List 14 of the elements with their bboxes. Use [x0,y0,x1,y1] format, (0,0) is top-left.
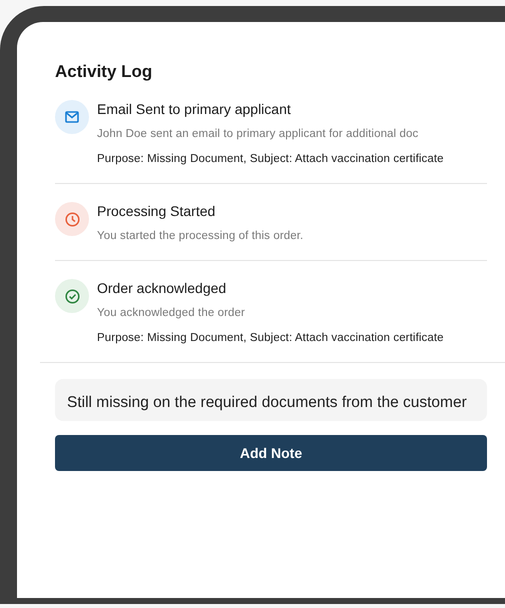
activity-title: Processing Started [97,202,216,220]
add-note-button[interactable]: Add Note [55,435,487,471]
note-field[interactable]: Still missing on the required documents from the customer [55,379,487,421]
activity-description: You started the processing of this order. [97,229,304,244]
clock-icon [64,212,80,226]
check-circle-icon [64,288,80,304]
activity-title: Order acknowledged [97,279,228,297]
activity-details: Purpose: Missing Document, Subject: Attach vaccination certificate [97,331,445,346]
activity-description: You acknowledged the order [97,306,246,321]
activity-description: John Doe sent an email to primary applicant for additional doc [97,127,420,142]
activity-details: Purpose: Missing Document, Subject: Attach vaccination certificate [97,152,445,167]
section-title: Activity Log [55,62,154,82]
activity-title: Email Sent to primary applicant [97,100,292,118]
envelope-icon [65,111,79,123]
